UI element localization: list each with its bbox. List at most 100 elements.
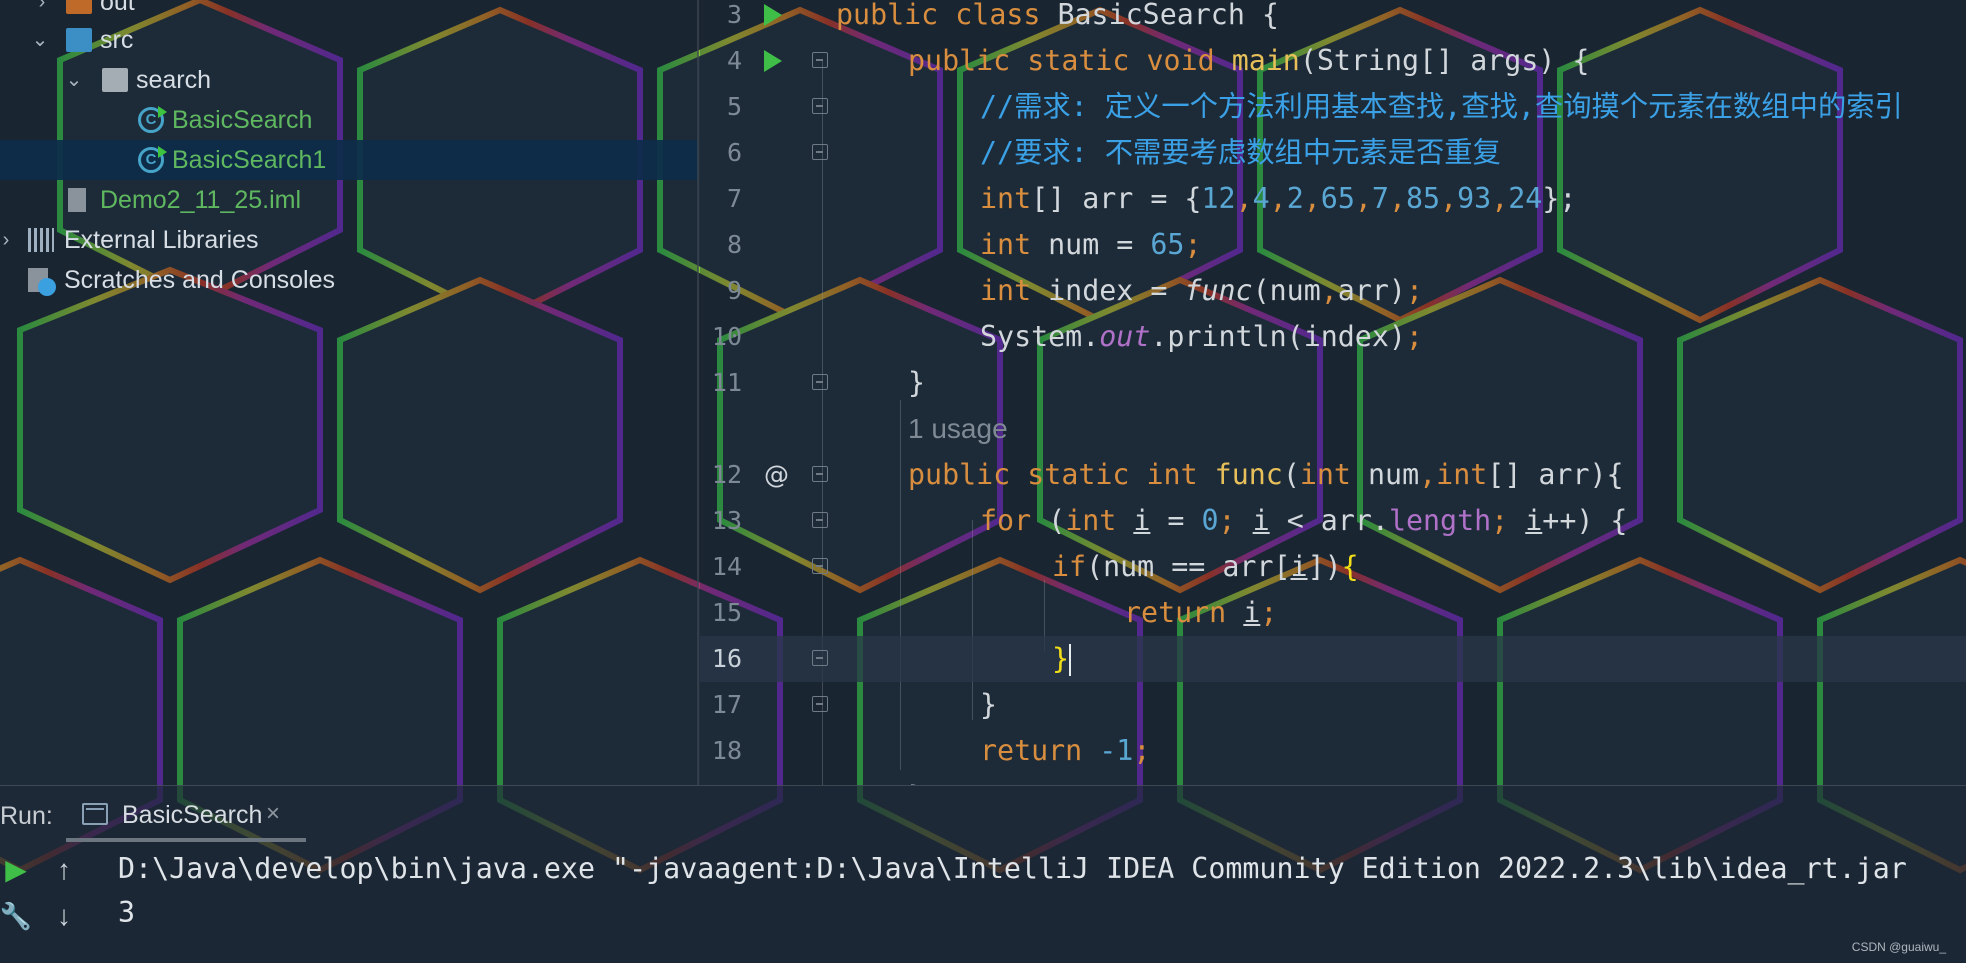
tree-item-basicsearch[interactable]: C BasicSearch xyxy=(0,100,698,140)
line-number: 13 xyxy=(711,506,742,535)
fold-icon[interactable] xyxy=(812,144,828,160)
arrow-up-icon[interactable]: ↑ xyxy=(44,850,84,890)
tree-item-label: Demo2_11_25.iml xyxy=(100,186,302,214)
tree-item-src[interactable]: ⌄ src xyxy=(0,20,698,60)
code-text: int[] arr = {12,4,2,65,7,85,93,24}; xyxy=(980,182,1577,215)
code-line[interactable]: 18 return -1; xyxy=(700,728,1966,774)
tree-item-basicsearch1[interactable]: C BasicSearch1 xyxy=(0,140,698,180)
libraries-icon xyxy=(28,228,54,252)
code-text: public static void main(String[] args) { xyxy=(908,44,1590,77)
console-icon xyxy=(82,803,108,825)
console-output-line: D:\Java\develop\bin\java.exe "-javaagent… xyxy=(118,852,1907,885)
line-number: 3 xyxy=(726,0,742,29)
run-tab-label: BasicSearch xyxy=(122,801,263,829)
tree-item-label: out xyxy=(100,0,135,16)
code-text: int index = func(num,arr); xyxy=(980,274,1423,307)
line-number: 17 xyxy=(711,690,742,719)
tree-item-label: search xyxy=(136,66,212,94)
chevron-right-icon[interactable]: › xyxy=(0,220,18,260)
code-line[interactable]: 15 return i; xyxy=(700,590,1966,636)
code-text: } xyxy=(1052,642,1072,676)
chevron-right-icon[interactable]: › xyxy=(30,0,54,22)
code-line[interactable]: 10 System.out.println(index); xyxy=(700,314,1966,360)
code-text: public static int func(int num,int[] arr… xyxy=(908,458,1624,491)
code-line[interactable]: 7 int[] arr = {12,4,2,65,7,85,93,24}; xyxy=(700,176,1966,222)
code-text: for (int i = 0; i < arr.length; i++) { xyxy=(980,504,1628,537)
close-icon[interactable]: × xyxy=(266,800,280,828)
line-number: 10 xyxy=(711,322,742,351)
code-line[interactable]: 3 public class BasicSearch { xyxy=(700,0,1966,38)
chevron-down-icon[interactable]: ⌄ xyxy=(28,20,52,60)
fold-icon[interactable] xyxy=(812,650,828,666)
chevron-down-icon[interactable]: ⌄ xyxy=(62,60,86,100)
line-number: 11 xyxy=(711,368,742,397)
line-number: 16 xyxy=(711,644,742,673)
wrench-icon[interactable]: 🔧 xyxy=(0,896,36,936)
tree-item-search[interactable]: ⌄ search xyxy=(0,60,698,100)
folder-icon xyxy=(66,28,92,52)
line-number: 9 xyxy=(726,276,742,305)
line-number: 4 xyxy=(726,46,742,75)
usage-hint[interactable]: 1 usage xyxy=(908,406,1008,452)
code-editor[interactable]: 3 public class BasicSearch { 4 public st… xyxy=(700,0,1966,785)
panel-divider[interactable] xyxy=(697,0,699,785)
line-number: 7 xyxy=(726,184,742,213)
tree-item-external-libraries[interactable]: › External Libraries xyxy=(0,220,698,260)
fold-icon[interactable] xyxy=(812,696,828,712)
class-icon: C xyxy=(138,106,167,133)
fold-icon[interactable] xyxy=(812,558,828,574)
text-caret xyxy=(1069,644,1072,676)
code-text: } xyxy=(980,688,998,721)
fold-icon[interactable] xyxy=(812,374,828,390)
run-tool-window: Run: BasicSearch × ▶ ↑ ↓ 🔧 D:\Java\devel… xyxy=(0,785,1966,963)
code-text: if(num == arr[i]){ xyxy=(1052,550,1359,583)
code-text: } xyxy=(908,774,925,785)
code-text: System.out.println(index); xyxy=(980,320,1423,353)
line-number: 12 xyxy=(711,460,742,489)
run-tab-basicsearch[interactable]: BasicSearch × xyxy=(82,786,304,842)
line-number: 14 xyxy=(711,552,742,581)
line-number: 18 xyxy=(711,736,742,765)
tree-item-iml[interactable]: Demo2_11_25.iml xyxy=(0,180,698,220)
tree-item-label: Scratches and Consoles xyxy=(64,266,335,294)
fold-icon[interactable] xyxy=(812,512,828,528)
clock-icon xyxy=(38,278,56,296)
code-line[interactable]: 12 @ public static int func(int num,int[… xyxy=(700,452,1966,498)
module-file-icon xyxy=(68,188,86,212)
code-text: int num = 65; xyxy=(980,228,1202,261)
arrow-down-icon[interactable]: ↓ xyxy=(44,896,84,936)
code-line[interactable]: 4 public static void main(String[] args)… xyxy=(700,38,1966,84)
run-panel-label: Run: xyxy=(0,802,53,830)
tree-item-label: External Libraries xyxy=(64,226,259,254)
folder-icon xyxy=(66,0,92,14)
code-line[interactable]: 9 int index = func(num,arr); xyxy=(700,268,1966,314)
code-line[interactable]: 6 //要求: 不需要考虑数组中元素是否重复 xyxy=(700,130,1966,176)
code-text: return -1; xyxy=(980,734,1151,767)
code-line[interactable]: 11 } xyxy=(700,360,1966,406)
code-comment: //要求: 不需要考虑数组中元素是否重复 xyxy=(980,136,1501,169)
tree-item-label: BasicSearch xyxy=(172,106,313,134)
run-gutter-icon[interactable] xyxy=(764,50,782,72)
line-number: 6 xyxy=(726,138,742,167)
run-gutter-icon[interactable] xyxy=(764,4,782,26)
code-comment: //需求: 定义一个方法利用基本查找,查找,查询摸个元素在数组中的索引 xyxy=(980,90,1903,123)
code-line[interactable]: 14 if(num == arr[i]){ xyxy=(700,544,1966,590)
line-number: 15 xyxy=(711,598,742,627)
tree-item-out[interactable]: › out xyxy=(0,0,698,22)
tree-item-label: BasicSearch1 xyxy=(172,146,327,174)
code-line[interactable]: 8 int num = 65; xyxy=(700,222,1966,268)
class-icon: C xyxy=(138,146,167,173)
code-line[interactable]: } xyxy=(700,774,1966,785)
code-line-current[interactable]: 16 } xyxy=(700,636,1966,682)
fold-icon[interactable] xyxy=(812,52,828,68)
code-line[interactable]: 13 for (int i = 0; i < arr.length; i++) … xyxy=(700,498,1966,544)
override-gutter-icon[interactable]: @ xyxy=(764,452,789,498)
code-line[interactable]: 17 } xyxy=(700,682,1966,728)
code-line[interactable]: 5 //需求: 定义一个方法利用基本查找,查找,查询摸个元素在数组中的索引 xyxy=(700,84,1966,130)
rerun-icon[interactable]: ▶ xyxy=(0,850,36,890)
fold-icon[interactable] xyxy=(812,466,828,482)
code-text: public class BasicSearch { xyxy=(836,0,1279,31)
tree-item-scratches[interactable]: Scratches and Consoles xyxy=(0,260,698,300)
fold-icon[interactable] xyxy=(812,98,828,114)
package-icon xyxy=(102,68,128,92)
